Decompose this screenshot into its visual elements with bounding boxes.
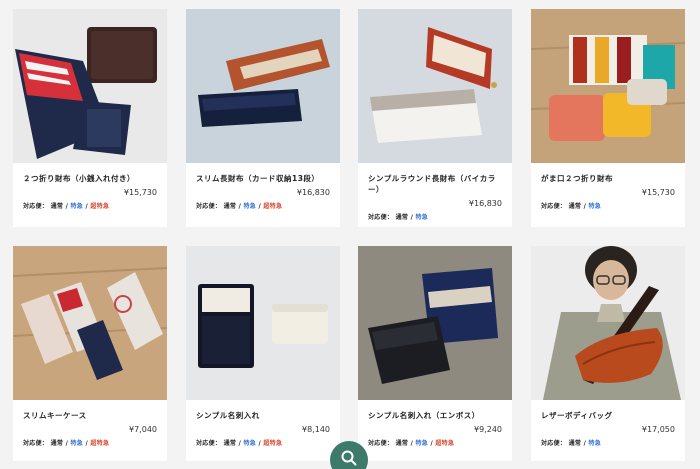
shipping-options: 対応便： 通常 / 特急 / 超特急 <box>196 440 283 447</box>
shipping-normal: 通常 <box>568 440 582 447</box>
product-name[interactable]: スリム長財布（カード収納13段） <box>186 163 340 184</box>
product-name[interactable]: スリムキーケース <box>13 400 167 421</box>
shipping-tokkyu: 特急 <box>415 214 429 221</box>
shipping-options: 対応便： 通常 / 特急 / 超特急 <box>23 203 110 210</box>
product-image[interactable] <box>13 9 167 163</box>
shipping-cho-tokkyu: 超特急 <box>90 203 110 210</box>
product-image[interactable] <box>13 246 167 400</box>
product-card[interactable]: スリムキーケース ¥7,040 対応便： 通常 / 特急 / 超特急 <box>13 246 167 461</box>
product-card[interactable]: シンプル名刺入れ ¥8,140 対応便： 通常 / 特急 / 超特急 <box>186 246 340 461</box>
product-card[interactable]: シンプル名刺入れ（エンボス） ¥9,240 対応便： 通常 / 特急 / 超特急 <box>358 246 512 461</box>
shipping-options: 対応便： 通常 / 特急 / 超特急 <box>23 440 110 447</box>
shipping-label: 対応便： <box>23 203 49 210</box>
card-case-image <box>198 284 328 368</box>
shipping-label: 対応便： <box>368 440 394 447</box>
product-price: ¥17,050 <box>641 425 675 434</box>
product-card[interactable]: ２つ折り財布（小銭入れ付き） ¥15,730 対応便： 通常 / 特急 / 超特… <box>13 9 167 227</box>
shipping-label: 対応便： <box>23 440 49 447</box>
product-price: ¥15,730 <box>641 188 675 197</box>
shipping-options: 対応便： 通常 / 特急 / 超特急 <box>368 440 455 447</box>
product-name[interactable]: シンプル名刺入れ <box>186 400 340 421</box>
shipping-label: 対応便： <box>541 440 567 447</box>
product-name[interactable]: ２つ折り財布（小銭入れ付き） <box>13 163 167 184</box>
shipping-tokkyu: 特急 <box>415 440 429 447</box>
shipping-normal: 通常 <box>50 440 64 447</box>
shipping-options: 対応便： 通常 / 特急 <box>541 440 602 447</box>
product-card[interactable]: スリム長財布（カード収納13段） ¥16,830 対応便： 通常 / 特急 / … <box>186 9 340 227</box>
wallet-image <box>370 27 497 143</box>
shipping-options: 対応便： 通常 / 特急 <box>368 214 429 221</box>
product-grid: ２つ折り財布（小銭入れ付き） ¥15,730 対応便： 通常 / 特急 / 超特… <box>0 0 700 469</box>
product-card[interactable]: がま口２つ折り財布 ¥15,730 対応便： 通常 / 特急 <box>531 9 685 227</box>
shipping-cho-tokkyu: 超特急 <box>90 440 110 447</box>
product-card[interactable]: シンプルラウンド長財布（バイカラー） ¥16,830 対応便： 通常 / 特急 <box>358 9 512 227</box>
search-icon <box>341 450 357 466</box>
shipping-label: 対応便： <box>196 440 222 447</box>
product-image[interactable] <box>186 246 340 400</box>
shipping-options: 対応便： 通常 / 特急 <box>541 203 602 210</box>
shipping-cho-tokkyu: 超特急 <box>263 440 283 447</box>
shipping-tokkyu: 特急 <box>243 440 257 447</box>
shipping-normal: 通常 <box>395 214 409 221</box>
product-name[interactable]: レザーボディバッグ <box>531 400 685 421</box>
key-case-image <box>13 246 167 400</box>
product-name[interactable]: シンプルラウンド長財布（バイカラー） <box>358 163 512 195</box>
product-image[interactable] <box>358 9 512 163</box>
product-name[interactable]: シンプル名刺入れ（エンボス） <box>358 400 512 421</box>
shipping-normal: 通常 <box>568 203 582 210</box>
product-price: ¥16,830 <box>296 188 330 197</box>
product-card[interactable]: レザーボディバッグ ¥17,050 対応便： 通常 / 特急 <box>531 246 685 461</box>
product-image[interactable] <box>531 246 685 400</box>
product-price: ¥16,830 <box>468 199 502 208</box>
body-bag-image <box>531 246 685 400</box>
shipping-cho-tokkyu: 超特急 <box>263 203 283 210</box>
product-image[interactable] <box>186 9 340 163</box>
shipping-options: 対応便： 通常 / 特急 / 超特急 <box>196 203 283 210</box>
product-name[interactable]: がま口２つ折り財布 <box>531 163 685 184</box>
shipping-normal: 通常 <box>50 203 64 210</box>
product-image[interactable] <box>531 9 685 163</box>
shipping-label: 対応便： <box>541 203 567 210</box>
shipping-label: 対応便： <box>368 214 394 221</box>
product-image[interactable] <box>358 246 512 400</box>
shipping-normal: 通常 <box>223 203 237 210</box>
shipping-normal: 通常 <box>223 440 237 447</box>
shipping-label: 対応便： <box>196 203 222 210</box>
wallet-image <box>15 27 157 159</box>
product-price: ¥7,040 <box>129 425 157 434</box>
shipping-normal: 通常 <box>395 440 409 447</box>
shipping-tokkyu: 特急 <box>588 203 602 210</box>
shipping-tokkyu: 特急 <box>70 203 84 210</box>
shipping-tokkyu: 特急 <box>70 440 84 447</box>
card-case-image <box>358 246 512 400</box>
wallet-image <box>531 9 685 163</box>
product-price: ¥8,140 <box>302 425 330 434</box>
wallet-image <box>198 39 330 127</box>
product-price: ¥9,240 <box>474 425 502 434</box>
shipping-cho-tokkyu: 超特急 <box>435 440 455 447</box>
shipping-tokkyu: 特急 <box>243 203 257 210</box>
product-price: ¥15,730 <box>123 188 157 197</box>
shipping-tokkyu: 特急 <box>588 440 602 447</box>
